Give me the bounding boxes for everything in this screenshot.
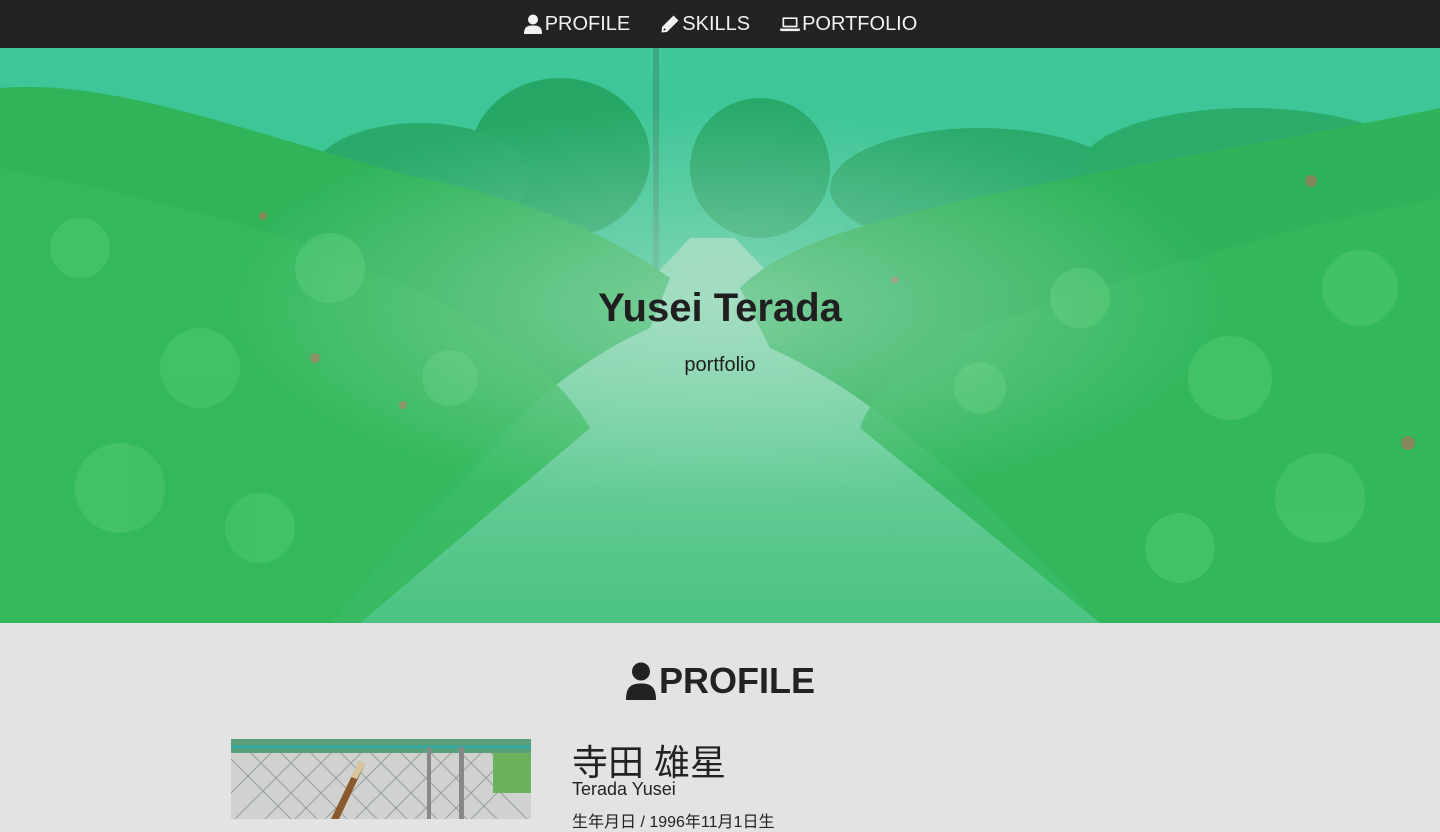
nav-portfolio-link[interactable]: PORTFOLIO (780, 13, 917, 36)
hero-banner: Yusei Terada portfolio (0, 48, 1440, 623)
nav-portfolio-label: PORTFOLIO (802, 12, 918, 35)
user-icon (625, 662, 656, 700)
profile-name-english: Terada Yusei (572, 779, 676, 799)
profile-birthdate: 生年月日 / 1996年11月1日生 (572, 814, 775, 831)
nav-skills-label: SKILLS (682, 12, 751, 35)
nav-profile-label: PROFILE (544, 12, 631, 35)
nav-skills-link[interactable]: SKILLS (660, 13, 750, 36)
pencil-icon (661, 15, 679, 33)
profile-section-title: PROFILE (0, 660, 1440, 702)
hero-title: Yusei Terada (598, 286, 842, 330)
hero-subtitle: portfolio (684, 354, 756, 376)
nav-profile-link[interactable]: PROFILE (523, 12, 631, 36)
laptop-icon (780, 17, 801, 32)
profile-photo (231, 739, 531, 819)
profile-section-label: PROFILE (658, 660, 815, 701)
hero-background-image (0, 48, 1440, 623)
top-navigation: PROFILE SKILLS PORTFOLIO (0, 0, 1440, 48)
user-icon (523, 14, 542, 34)
